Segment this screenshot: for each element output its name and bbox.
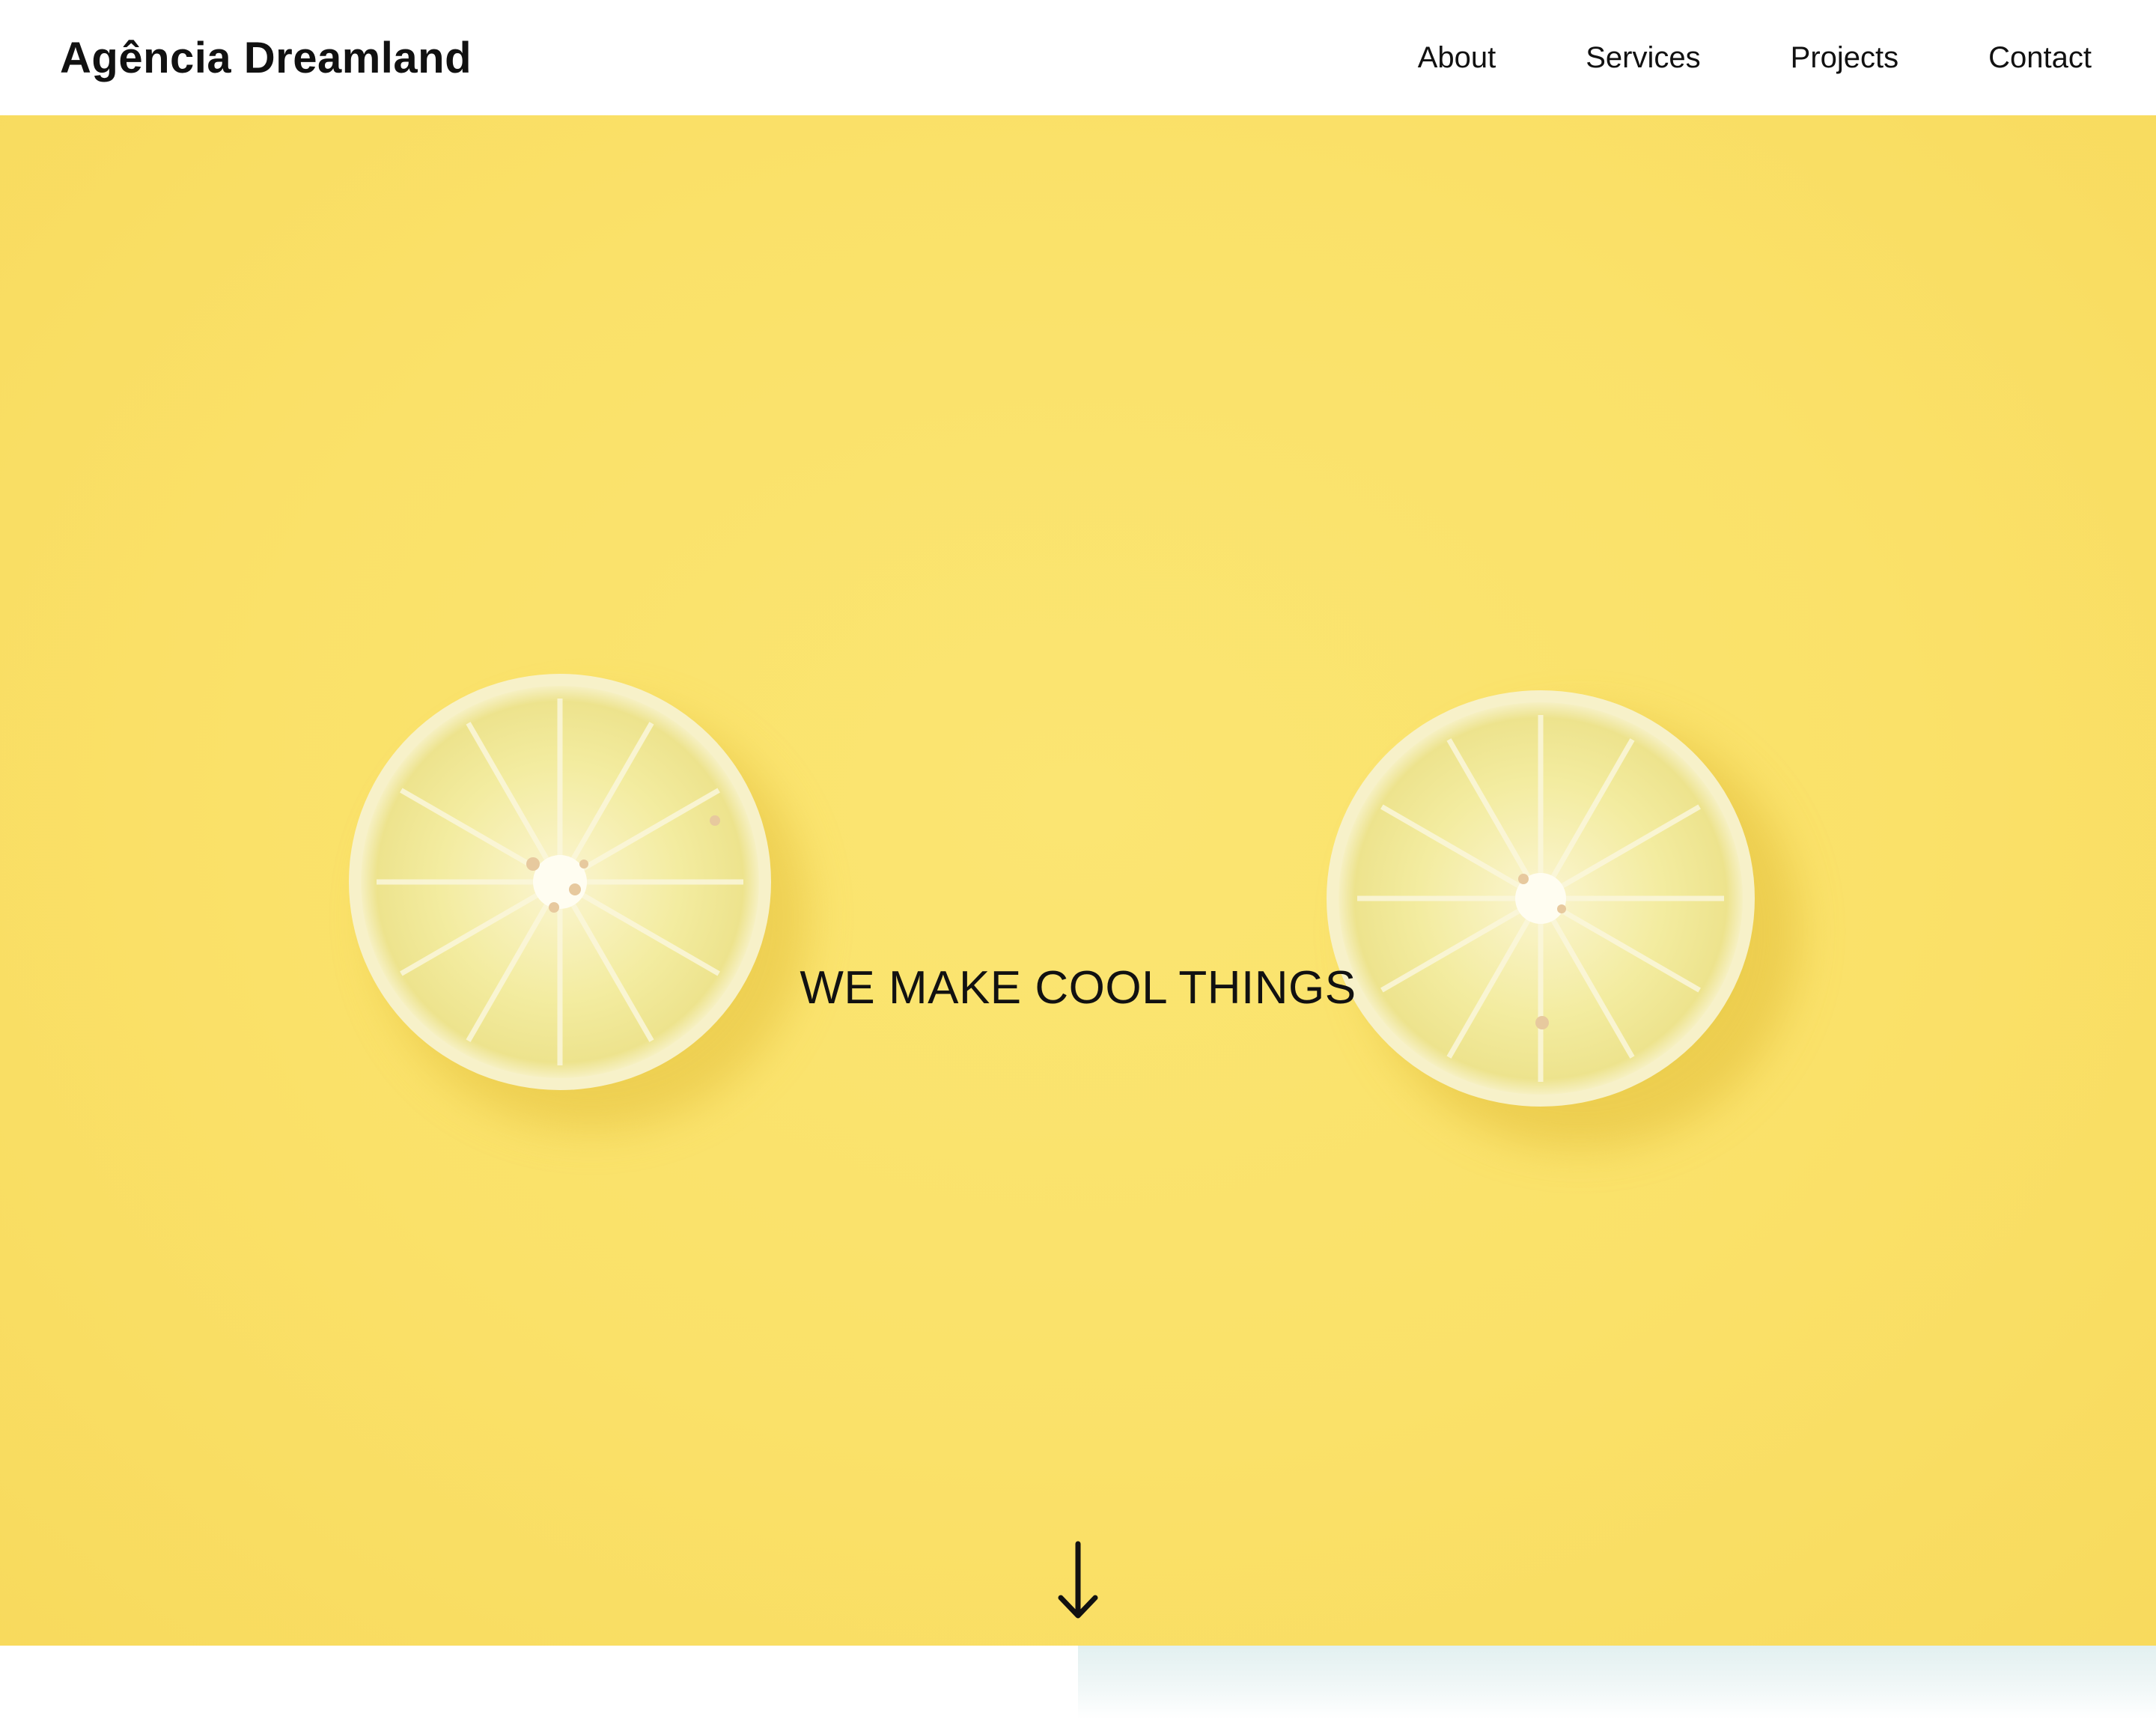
brand-logo-text[interactable]: Agência Dreamland — [60, 33, 472, 83]
hero-section: WE MAKE COOL THINGS — [0, 115, 2156, 1646]
nav-link-projects[interactable]: Projects — [1791, 41, 1899, 75]
main-nav: About Services Projects Contact — [1418, 41, 2092, 75]
hero-lemon-image — [349, 674, 1800, 1148]
arrow-down-icon[interactable] — [1052, 1538, 1104, 1628]
next-section — [0, 1646, 2156, 1719]
next-section-image — [1078, 1646, 2156, 1719]
site-header: Agência Dreamland About Services Project… — [0, 0, 2156, 115]
lemon-slice-left — [349, 674, 808, 1130]
nav-link-about[interactable]: About — [1418, 41, 1496, 75]
lemon-slice-right — [1327, 690, 1800, 1148]
nav-link-services[interactable]: Services — [1586, 41, 1700, 75]
hero-headline: WE MAKE COOL THINGS — [800, 962, 1356, 1014]
nav-link-contact[interactable]: Contact — [1988, 41, 2092, 75]
